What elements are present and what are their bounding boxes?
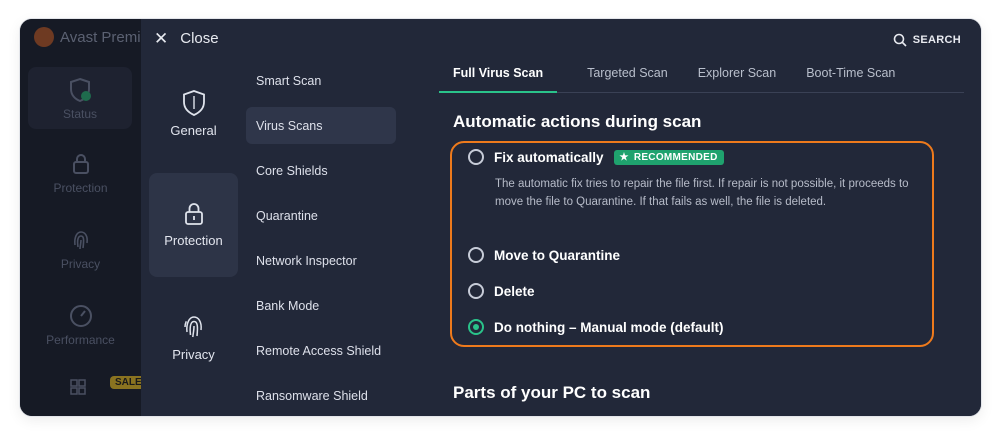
close-button[interactable]: ✕ Close xyxy=(154,30,219,47)
protection-subnav: Smart Scan Virus Scans Core Shields Quar… xyxy=(246,62,396,416)
bg-nav-performance: Performance xyxy=(20,303,141,347)
section-title-automatic-actions: Automatic actions during scan xyxy=(453,112,702,131)
category-label: Protection xyxy=(164,233,223,248)
close-label: Close xyxy=(180,30,219,47)
subnav-virus-scans[interactable]: Virus Scans xyxy=(246,107,396,144)
option-label: Move to Quarantine xyxy=(494,247,621,263)
bg-nav-label: Status xyxy=(62,107,98,121)
subnav-quarantine[interactable]: Quarantine xyxy=(246,197,396,234)
tab-explorer-scan[interactable]: Explorer Scan xyxy=(698,66,777,93)
option-label: Do nothing – Manual mode (default) xyxy=(494,319,724,335)
subnav-smart-scan[interactable]: Smart Scan xyxy=(246,62,396,99)
shield-check-icon xyxy=(70,77,91,103)
radio-button-checked[interactable] xyxy=(468,319,484,335)
bg-nav-privacy: Privacy xyxy=(20,227,141,271)
settings-panel: ✕ Close SEARCH General Protection Privac… xyxy=(141,19,981,416)
subnav-bank-mode[interactable]: Bank Mode xyxy=(246,287,396,324)
option-move-to-quarantine[interactable]: Move to Quarantine xyxy=(468,247,620,263)
tab-boot-time-scan[interactable]: Boot-Time Scan xyxy=(806,66,895,93)
bg-nav-label: Performance xyxy=(46,333,115,347)
app-window: Avast Premi Status Protection Privacy Pe… xyxy=(20,19,981,416)
radio-button[interactable] xyxy=(468,149,484,165)
automatic-actions-highlight xyxy=(450,141,934,347)
scan-tabs: Full Virus Scan Targeted Scan Explorer S… xyxy=(439,66,964,93)
subnav-network-inspector[interactable]: Network Inspector xyxy=(246,242,396,279)
speedometer-icon xyxy=(69,305,92,327)
bg-nav-protection: Protection xyxy=(20,151,141,195)
avast-logo-icon xyxy=(34,27,54,47)
fingerprint-icon xyxy=(73,231,88,250)
option-do-nothing[interactable]: Do nothing – Manual mode (default) xyxy=(468,319,724,335)
fix-automatically-description: The automatic fix tries to repair the fi… xyxy=(495,178,909,208)
option-delete[interactable]: Delete xyxy=(468,283,535,299)
background-sidebar: Avast Premi Status Protection Privacy Pe… xyxy=(20,19,147,416)
star-icon: ★ xyxy=(619,151,629,163)
recommended-badge-label: RECOMMENDED xyxy=(633,151,718,163)
option-label: Delete xyxy=(494,283,535,299)
subnav-core-shields[interactable]: Core Shields xyxy=(246,152,396,189)
app-title: Avast Premi xyxy=(60,28,141,46)
option-label: Fix automatically xyxy=(494,149,604,165)
search-icon xyxy=(893,33,907,47)
category-label: General xyxy=(170,123,217,138)
category-label: Privacy xyxy=(172,347,215,362)
category-privacy[interactable]: Privacy xyxy=(149,313,238,373)
tab-targeted-scan[interactable]: Targeted Scan xyxy=(587,66,668,93)
close-icon: ✕ xyxy=(154,29,169,48)
option-fix-automatically[interactable]: Fix automatically ★ RECOMMENDED xyxy=(468,149,724,165)
search-button[interactable]: SEARCH xyxy=(893,33,961,47)
fingerprint-icon xyxy=(183,316,202,338)
subnav-ransomware-shield[interactable]: Ransomware Shield xyxy=(246,377,396,414)
bg-nav-label: Privacy xyxy=(60,257,101,271)
tab-full-virus-scan[interactable]: Full Virus Scan xyxy=(439,66,558,93)
app-logo: Avast Premi xyxy=(34,27,141,47)
recommended-badge: ★ RECOMMENDED xyxy=(613,149,724,165)
bg-nav-label: Protection xyxy=(53,181,108,195)
subnav-remote-access-shield[interactable]: Remote Access Shield xyxy=(246,332,396,369)
radio-button[interactable] xyxy=(468,283,484,299)
grid-icon xyxy=(69,379,86,395)
lock-icon xyxy=(184,203,203,225)
lock-icon xyxy=(72,154,89,174)
section-title-parts-to-scan: Parts of your PC to scan xyxy=(453,383,651,402)
category-protection[interactable]: Protection xyxy=(149,173,238,277)
radio-button[interactable] xyxy=(468,247,484,263)
shield-icon xyxy=(182,90,205,116)
search-label: SEARCH xyxy=(912,34,961,46)
category-general[interactable]: General xyxy=(149,89,238,149)
bg-nav-status: Status xyxy=(28,67,132,129)
